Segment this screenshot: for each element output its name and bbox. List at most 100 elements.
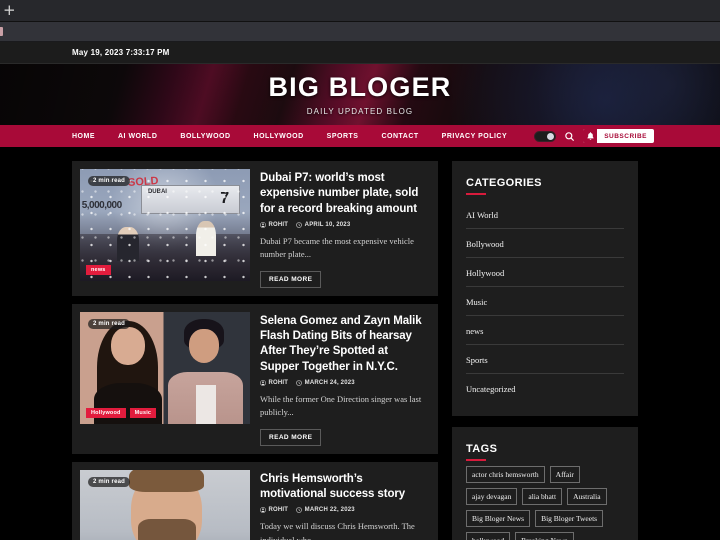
read-time-badge: 2 min read [88, 476, 131, 487]
browser-address-bar[interactable] [0, 22, 720, 42]
list-item[interactable]: Hollywood [466, 258, 624, 287]
nav-item-home[interactable]: HOME [72, 133, 95, 140]
article-thumbnail[interactable]: DUBAI 7 SOLD 5,000,000 2 min read news [80, 169, 250, 281]
category-badge[interactable]: news [86, 265, 111, 275]
article-author: ROHIT [260, 507, 289, 514]
article-author: ROHIT [260, 380, 288, 387]
tag-link[interactable]: ajay devagan [466, 488, 518, 505]
read-time-badge: 2 min read [88, 176, 131, 186]
site-date-bar: May 19, 2023 7:33:17 PM [0, 42, 720, 64]
article-card[interactable]: 2 min read Hollywood Music Selena Gomez … [72, 303, 438, 454]
category-link-sports[interactable]: Sports [466, 355, 488, 365]
category-link-uncategorized[interactable]: Uncategorized [466, 384, 516, 394]
dark-mode-toggle[interactable] [534, 130, 557, 142]
tag-link[interactable]: Big Bloger Tweets [535, 510, 604, 527]
nav-item-ai-world[interactable]: AI WORLD [118, 133, 157, 140]
article-list: DUBAI 7 SOLD 5,000,000 2 min read news D… [72, 161, 438, 540]
category-badge-group: news [86, 265, 111, 275]
author-name: ROHIT [268, 507, 289, 514]
article-date: APRIL 10, 2023 [296, 222, 350, 228]
nav-link-list: HOME AI WORLD BOLLYWOOD HOLLYWOOD SPORTS… [72, 133, 507, 140]
person-shirt-right [195, 385, 216, 424]
sidebar: CATEGORIES AI World Bollywood Hollywood … [452, 161, 638, 540]
article-date: MARCH 22, 2023 [296, 507, 355, 513]
article-excerpt: Dubai P7 became the most expensive vehic… [260, 236, 414, 260]
article-meta: ROHIT MARCH 22, 2023 [260, 507, 430, 514]
list-item[interactable]: Music [466, 287, 624, 316]
category-link-news[interactable]: news [466, 326, 483, 336]
article-meta: ROHIT MARCH 24, 2023 [260, 380, 430, 387]
category-link-music[interactable]: Music [466, 297, 487, 307]
article-body: Dubai P7: world’s most expensive number … [260, 169, 430, 288]
read-time-badge: 2 min read [88, 318, 131, 329]
list-item[interactable]: AI World [466, 200, 624, 229]
list-item[interactable]: Uncategorized [466, 374, 624, 402]
article-meta: ROHIT APRIL 10, 2023 [260, 222, 430, 229]
read-more-button[interactable]: READ MORE [260, 428, 322, 446]
category-badge[interactable]: Music [129, 407, 157, 418]
nav-item-sports[interactable]: SPORTS [327, 133, 359, 140]
article-date: MARCH 24, 2023 [296, 380, 355, 386]
browser-tab-strip: + [0, 0, 720, 22]
bell-icon [583, 129, 598, 143]
tag-link[interactable]: alia bhatt [522, 488, 563, 505]
category-link-hollywood[interactable]: Hollywood [466, 268, 504, 278]
tag-link[interactable]: bollywood [466, 532, 511, 540]
clock-icon [296, 380, 302, 386]
search-icon[interactable] [564, 131, 575, 142]
article-excerpt: While the former One Direction singer wa… [260, 394, 422, 418]
category-badge-group: Hollywood Music [86, 407, 157, 418]
site-title: BIG BLOGER [268, 71, 452, 102]
date-text: MARCH 22, 2023 [304, 507, 355, 514]
toggle-knob [547, 132, 555, 140]
site-tagline: DAILY UPDATED BLOG [306, 106, 414, 116]
address-bar-favicon [0, 27, 3, 36]
read-more-button[interactable]: READ MORE [260, 270, 322, 288]
site-header-banner: BIG BLOGER DAILY UPDATED BLOG [0, 64, 720, 125]
article-card[interactable]: DUBAI 7 SOLD 5,000,000 2 min read news D… [72, 161, 438, 296]
nav-item-bollywood[interactable]: BOLLYWOOD [180, 133, 230, 140]
tag-cloud: actor chris hemsworth Affair ajay devaga… [466, 466, 624, 540]
title-underline [466, 193, 486, 195]
tag-link[interactable]: Affair [549, 466, 580, 483]
user-icon [260, 380, 266, 387]
nav-item-hollywood[interactable]: HOLLYWOOD [254, 133, 304, 140]
subscribe-button[interactable]: SUBSCRIBE [583, 129, 654, 143]
article-body: Selena Gomez and Zayn Malik Flash Dating… [260, 312, 430, 446]
article-card[interactable]: 2 min read Chris Hemsworth’s motivationa… [72, 461, 438, 540]
tag-link[interactable]: Australia [567, 488, 607, 505]
subscribe-label: SUBSCRIBE [604, 132, 647, 140]
category-badge[interactable]: Hollywood [86, 407, 126, 418]
new-tab-button[interactable]: + [0, 3, 16, 18]
article-title[interactable]: Dubai P7: world’s most expensive number … [260, 171, 430, 217]
author-name: ROHIT [268, 222, 289, 229]
article-thumbnail[interactable]: 2 min read Hollywood Music [80, 311, 250, 424]
tag-link[interactable]: Big Bloger News [466, 510, 531, 527]
user-icon [260, 507, 266, 514]
article-title[interactable]: Chris Hemsworth’s motivational success s… [260, 472, 430, 503]
list-item[interactable]: Bollywood [466, 229, 624, 258]
article-body: Chris Hemsworth’s motivational success s… [260, 470, 430, 540]
article-title[interactable]: Selena Gomez and Zayn Malik Flash Dating… [260, 314, 430, 376]
date-text: APRIL 10, 2023 [304, 222, 351, 229]
person-hair [129, 469, 205, 492]
list-item[interactable]: Sports [466, 345, 624, 374]
person-face-left [110, 327, 145, 366]
nav-item-contact[interactable]: CONTACT [381, 133, 418, 140]
category-link-ai-world[interactable]: AI World [466, 210, 498, 220]
list-item[interactable]: news [466, 316, 624, 345]
tag-link[interactable]: Breaking News [515, 532, 574, 540]
category-link-bollywood[interactable]: Bollywood [466, 239, 504, 249]
date-text: MARCH 24, 2023 [304, 380, 355, 387]
title-underline [466, 459, 486, 461]
categories-widget: CATEGORIES AI World Bollywood Hollywood … [452, 161, 638, 416]
main-navigation: HOME AI WORLD BOLLYWOOD HOLLYWOOD SPORTS… [0, 125, 720, 147]
tag-link[interactable]: actor chris hemsworth [466, 466, 545, 483]
clock-icon [296, 222, 302, 228]
tags-widget: TAGS actor chris hemsworth Affair ajay d… [452, 427, 638, 540]
categories-title: CATEGORIES [466, 177, 542, 189]
nav-item-privacy-policy[interactable]: PRIVACY POLICY [442, 133, 507, 140]
article-thumbnail[interactable]: 2 min read [80, 469, 250, 540]
article-excerpt: Today we will discuss Chris Hemsworth. T… [260, 521, 415, 540]
current-datetime: May 19, 2023 7:33:17 PM [72, 48, 170, 57]
